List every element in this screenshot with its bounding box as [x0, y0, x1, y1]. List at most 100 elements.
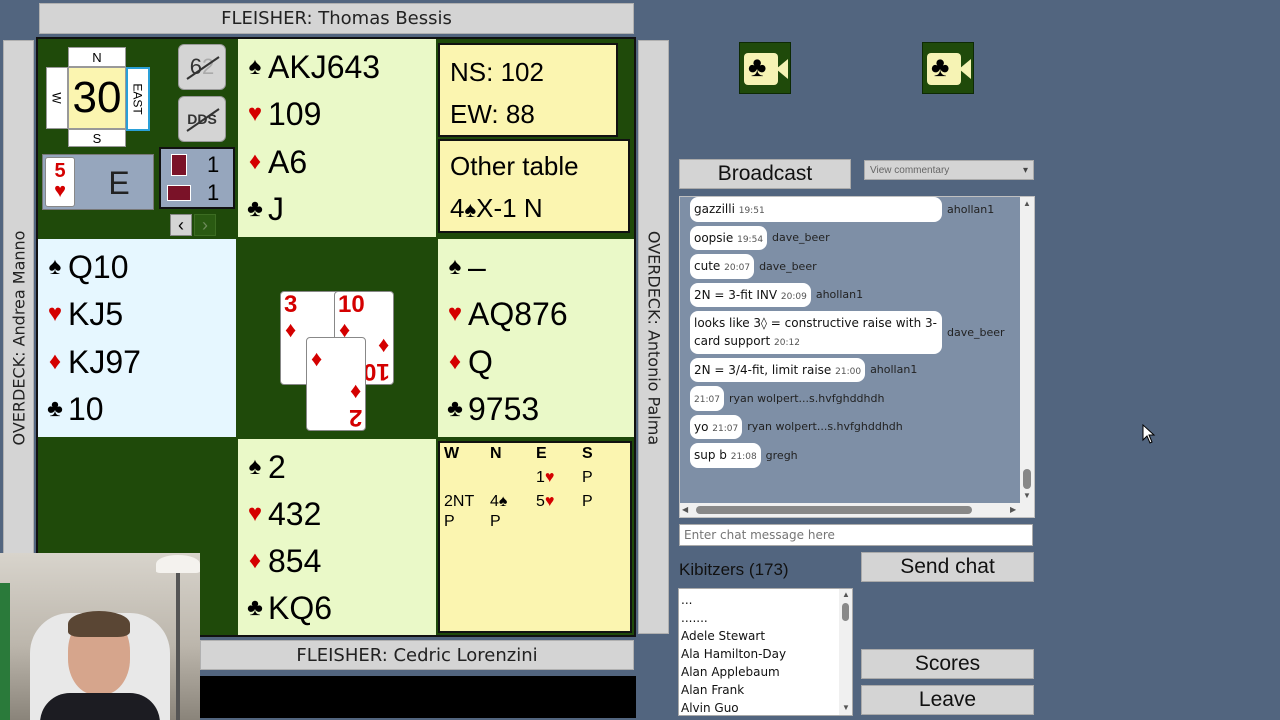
club-camera-icon[interactable]: ♣: [922, 42, 974, 94]
bidding-box: W N E S 1♥ P 2NT 4♠ 5♥ P P P: [438, 441, 632, 633]
chat-message: 2N = 3/4-fit, limit raise 21:00 ahollan1: [690, 357, 1020, 382]
south-clubs-cards[interactable]: KQ6: [268, 592, 332, 624]
south-diamonds-cards[interactable]: 854: [268, 545, 321, 577]
broadcast-button[interactable]: Broadcast: [679, 159, 851, 189]
heart-icon: ♥: [544, 469, 555, 486]
diamond-icon: ♦: [285, 317, 297, 342]
west-spades-cards[interactable]: Q10: [68, 251, 128, 283]
contract-box: 5 ♥ E: [42, 154, 154, 210]
chat-author: dave_beer: [759, 259, 817, 273]
east-player-name: OVERDECK: Antonio Palma: [644, 230, 664, 446]
east-spades-cards[interactable]: –: [468, 251, 486, 283]
club-camera-icon[interactable]: ♣: [739, 42, 791, 94]
chat-bubble: yo 21:07: [690, 414, 743, 439]
north-hearts-cards[interactable]: 109: [268, 98, 321, 130]
other-table-panel: Other table 4♠X-1 N: [438, 139, 630, 233]
compass-north-label: N: [92, 50, 102, 65]
south-diamonds: ♦ 854: [244, 545, 430, 577]
chat-input[interactable]: [679, 524, 1033, 546]
north-spades-cards[interactable]: AKJ643: [268, 51, 380, 83]
scroll-down-icon[interactable]: ▼: [1023, 491, 1031, 500]
east-diamonds-cards[interactable]: Q: [468, 346, 493, 378]
chat-time: 20:12: [774, 338, 800, 348]
ns-trick-count: 1: [207, 152, 220, 177]
scroll-left-icon[interactable]: ◀: [682, 505, 688, 514]
send-chat-button[interactable]: Send chat: [861, 552, 1034, 582]
scroll-down-icon[interactable]: ▼: [842, 703, 850, 712]
north-diamonds-cards[interactable]: A6: [268, 146, 307, 178]
bid-e1-level: 1: [536, 469, 545, 486]
scroll-thumb[interactable]: [1023, 469, 1031, 489]
club-icon: ♣: [931, 51, 950, 82]
west-hand: ♠ Q10 ♥ KJ5 ♦ KJ97 ♣ 10: [38, 239, 236, 437]
card-rank: 10: [338, 291, 365, 318]
south-spades-cards[interactable]: 2: [268, 451, 286, 483]
chat-bubble: gazzilli 19:51: [690, 197, 942, 222]
bid-n2-level: 4: [490, 493, 499, 510]
chat-message: looks like 3◊ = constructive raise with …: [690, 311, 1020, 354]
scroll-up-icon[interactable]: ▲: [842, 590, 850, 599]
chat-bubble: 21:07: [690, 386, 724, 411]
heart-icon: ♥: [247, 100, 263, 128]
north-diamonds: ♦ A6: [244, 146, 430, 178]
east-hearts-cards[interactable]: AQ876: [468, 298, 568, 330]
chat-time: 20:09: [780, 291, 807, 302]
kibitzer-item[interactable]: Alan Frank: [681, 681, 839, 699]
east-clubs-cards[interactable]: 9753: [468, 393, 539, 425]
kibitzer-item[interactable]: Alan Applebaum: [681, 663, 839, 681]
kibitzers-scrollbar[interactable]: ▲ ▼: [839, 589, 852, 715]
undo-button[interactable]: 62: [178, 44, 226, 90]
north-clubs: ♣ J: [244, 193, 430, 225]
scroll-right-icon[interactable]: ▶: [1010, 505, 1016, 514]
dds-button[interactable]: DDS: [178, 96, 226, 142]
kibitzer-item[interactable]: .......: [681, 609, 839, 627]
scroll-thumb[interactable]: [696, 506, 972, 514]
chat-messages: gazzilli 19:51 ahollan1 oopsie 19:54 dave_…: [690, 197, 1020, 472]
south-hearts-cards[interactable]: 432: [268, 498, 321, 530]
kibitzer-item[interactable]: Adele Stewart: [681, 627, 839, 645]
prev-trick-button[interactable]: ‹: [170, 214, 192, 236]
chat-message: 21:07 ryan wolpert...s.hvfghddhdh: [690, 386, 1020, 411]
chat-horizontal-scrollbar[interactable]: ◀ ▶: [680, 503, 1034, 517]
compass-south-label: S: [92, 131, 102, 146]
scroll-thumb[interactable]: [842, 603, 849, 621]
next-trick-button[interactable]: ›: [194, 214, 216, 236]
webcam-lamp: [156, 555, 200, 573]
webcam-lamp-pole: [176, 573, 180, 720]
south-player-name: FLEISHER: Cedric Lorenzini: [296, 644, 538, 666]
kibitzer-item[interactable]: Ala Hamilton-Day: [681, 645, 839, 663]
board-number: 30: [72, 73, 122, 122]
contract-declarer: E: [108, 165, 130, 201]
kibitzer-item[interactable]: Alvin Guo: [681, 699, 839, 715]
chat-author: dave_beer: [772, 231, 830, 245]
chat-vertical-scrollbar[interactable]: ▲ ▼: [1020, 197, 1034, 503]
compass-east-label: EAST: [131, 83, 145, 115]
bid-n3: P: [490, 513, 501, 530]
heart-icon: ♥: [247, 499, 263, 527]
east-hand: ♠ – ♥ AQ876 ♦ Q ♣ 9753: [438, 239, 634, 437]
chat-message: gazzilli 19:51 ahollan1: [690, 197, 1020, 222]
chat-bubble: cute 20:07: [690, 254, 755, 279]
strike-icon: [186, 56, 220, 80]
west-hearts-cards[interactable]: KJ5: [68, 298, 123, 330]
south-player-bar: FLEISHER: Cedric Lorenzini: [200, 640, 634, 670]
south-hearts: ♥ 432: [244, 498, 430, 530]
scores-button[interactable]: Scores: [861, 649, 1034, 679]
north-clubs-cards[interactable]: J: [268, 193, 284, 225]
west-clubs-cards[interactable]: 10: [68, 393, 104, 425]
west-diamonds-cards[interactable]: KJ97: [68, 346, 141, 378]
chat-bubble: looks like 3◊ = constructive raise with …: [690, 311, 942, 354]
compass-panel: W N 30 S EAST: [44, 45, 150, 147]
chat-text: cute: [694, 259, 721, 273]
ns-trick-icon: [171, 154, 187, 176]
chat-time: 21:08: [730, 452, 757, 462]
scroll-up-icon[interactable]: ▲: [1023, 199, 1031, 208]
north-hearts: ♥ 109: [244, 98, 430, 130]
chat-bubble: 2N = 3/4-fit, limit raise 21:00: [690, 357, 866, 382]
commentary-select[interactable]: View commentary ▾: [864, 160, 1034, 180]
club-icon: ♣: [247, 195, 263, 223]
compass-east: EAST: [126, 67, 150, 131]
leave-button[interactable]: Leave: [861, 685, 1034, 715]
kibitzer-item[interactable]: ...: [681, 591, 839, 609]
diamond-icon: ♦: [248, 546, 262, 574]
